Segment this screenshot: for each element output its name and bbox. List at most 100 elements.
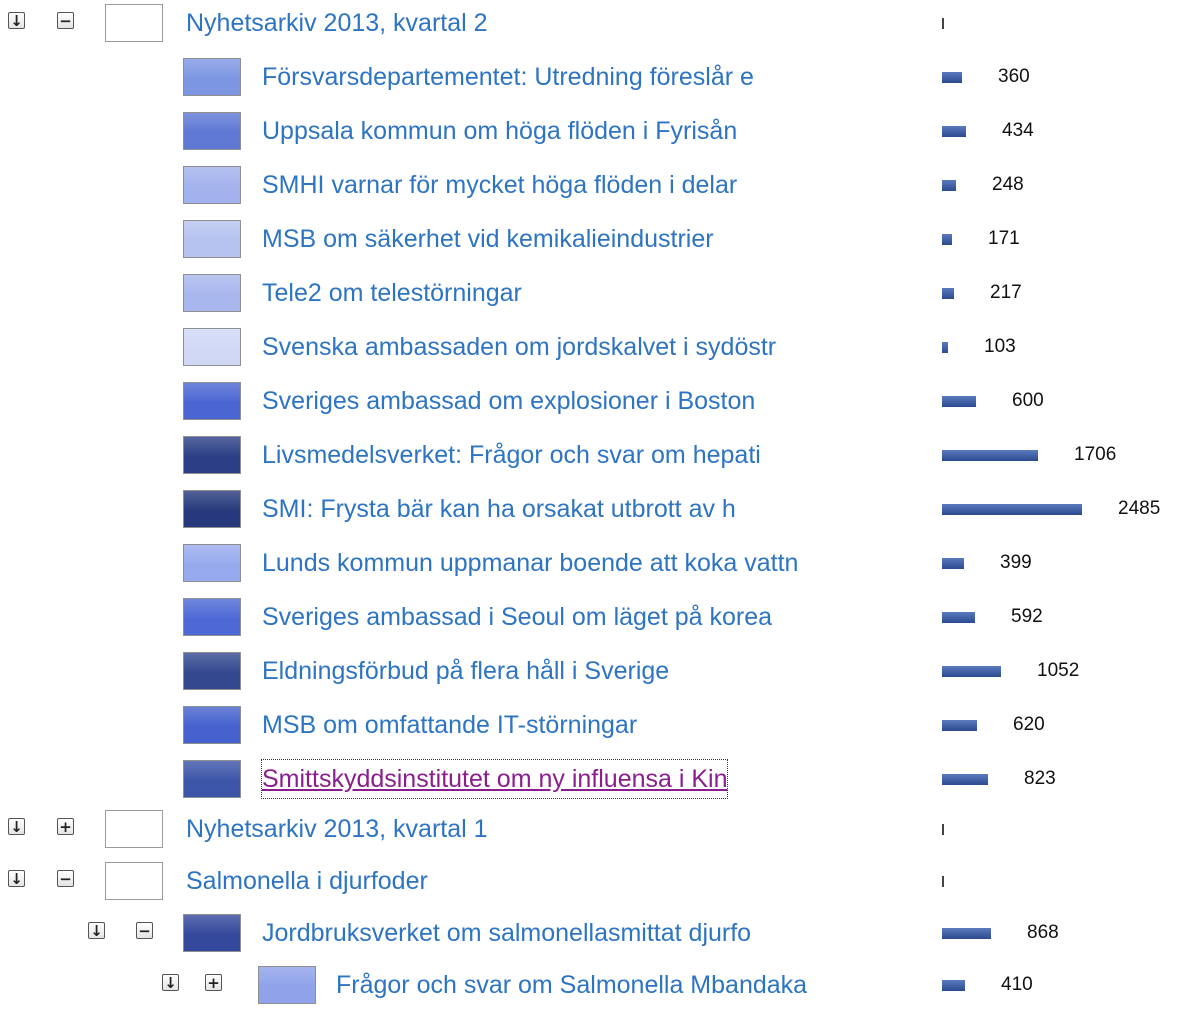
tree-group-row: ↓ − Nyhetsarkiv 2013, kvartal 2 <box>0 0 1182 50</box>
tree-node-label[interactable]: Livsmedelsverket: Frågor och svar om hep… <box>262 436 761 474</box>
empty-bar-tick <box>942 18 944 29</box>
tree-item-row: Eldningsförbud på flera håll i Sverige 10… <box>0 644 1182 698</box>
color-swatch <box>183 490 241 528</box>
tree-node-label[interactable]: Tele2 om telestörningar <box>262 274 522 312</box>
color-swatch <box>183 598 241 636</box>
color-swatch <box>105 4 163 42</box>
tree-node-label[interactable]: MSB om omfattande IT-störningar <box>262 706 637 744</box>
tree-node-label[interactable]: MSB om säkerhet vid kemikalieindustrier <box>262 220 714 258</box>
value-number: 823 <box>1024 768 1056 789</box>
value-bar <box>942 342 948 353</box>
empty-bar-tick <box>942 876 944 887</box>
move-down-icon[interactable]: ↓ <box>88 922 105 939</box>
color-swatch <box>183 112 241 150</box>
value-number: 171 <box>988 228 1020 249</box>
collapse-icon[interactable]: − <box>57 12 74 29</box>
tree-item-row: ↓ + Frågor och svar om Salmonella Mbandaka… <box>0 958 1182 1012</box>
color-swatch <box>183 652 241 690</box>
move-down-icon[interactable]: ↓ <box>8 12 25 29</box>
value-bar <box>942 928 991 939</box>
color-swatch <box>183 544 241 582</box>
tree-group-row: ↓ + Nyhetsarkiv 2013, kvartal 1 <box>0 802 1182 856</box>
color-swatch <box>183 328 241 366</box>
value-number: 399 <box>1000 552 1032 573</box>
move-down-icon[interactable]: ↓ <box>8 818 25 835</box>
tree-node-label[interactable]: Sveriges ambassad om explosioner i Bosto… <box>262 382 755 420</box>
tree-node-label[interactable]: Försvarsdepartementet: Utredning föreslå… <box>262 58 754 96</box>
value-bar <box>942 450 1038 461</box>
expand-icon[interactable]: + <box>205 974 222 991</box>
tree-item-row: Sveriges ambassad om explosioner i Bosto… <box>0 374 1182 428</box>
value-number: 868 <box>1027 922 1059 943</box>
collapse-icon[interactable]: − <box>57 870 74 887</box>
value-number: 248 <box>992 174 1024 195</box>
tree-node-label[interactable]: Salmonella i djurfoder <box>186 862 428 900</box>
color-swatch <box>183 166 241 204</box>
tree-node-label[interactable]: SMI: Frysta bär kan ha orsakat utbrott a… <box>262 490 736 528</box>
tree-group-row: ↓ − Salmonella i djurfoder <box>0 854 1182 908</box>
value-bar <box>942 72 962 83</box>
tree-node-label[interactable]: Nyhetsarkiv 2013, kvartal 1 <box>186 810 488 848</box>
tree-node-label[interactable]: Uppsala kommun om höga flöden i Fyrisån <box>262 112 737 150</box>
tree-node-label[interactable]: Eldningsförbud på flera håll i Sverige <box>262 652 669 690</box>
move-down-icon[interactable]: ↓ <box>162 974 179 991</box>
color-swatch <box>105 862 163 900</box>
color-swatch <box>183 220 241 258</box>
tree-node-label[interactable]: Jordbruksverket om salmonellasmittat dju… <box>262 914 751 952</box>
value-number: 600 <box>1012 390 1044 411</box>
tree-item-row: Svenska ambassaden om jordskalvet i sydö… <box>0 320 1182 374</box>
value-bar <box>942 558 964 569</box>
value-number: 592 <box>1011 606 1043 627</box>
value-bar <box>942 774 988 785</box>
color-swatch <box>183 274 241 312</box>
tree-item-row: Försvarsdepartementet: Utredning föreslå… <box>0 50 1182 104</box>
value-number: 1706 <box>1074 444 1117 465</box>
value-number: 2485 <box>1118 498 1161 519</box>
value-number: 103 <box>984 336 1016 357</box>
tree-node-label[interactable]: Smittskyddsinstitutet om ny influensa i … <box>260 759 729 799</box>
tree-node-label[interactable]: Svenska ambassaden om jordskalvet i sydö… <box>262 328 776 366</box>
tree-item-row: MSB om säkerhet vid kemikalieindustrier 1… <box>0 212 1182 266</box>
tree-item-row: SMHI varnar för mycket höga flöden i del… <box>0 158 1182 212</box>
value-number: 360 <box>998 66 1030 87</box>
collapse-icon[interactable]: − <box>136 922 153 939</box>
expand-icon[interactable]: + <box>57 818 74 835</box>
tree-item-row: Lunds kommun uppmanar boende att koka va… <box>0 536 1182 590</box>
tree-item-row: Uppsala kommun om höga flöden i Fyrisån 4… <box>0 104 1182 158</box>
tree-item-row: Smittskyddsinstitutet om ny influensa i … <box>0 752 1182 806</box>
tree-item-row: Livsmedelsverket: Frågor och svar om hep… <box>0 428 1182 482</box>
value-bar <box>942 126 966 137</box>
value-bar <box>942 980 965 991</box>
move-down-icon[interactable]: ↓ <box>8 870 25 887</box>
value-number: 620 <box>1013 714 1045 735</box>
value-bar <box>942 612 975 623</box>
color-swatch <box>183 760 241 798</box>
tree-node-label[interactable]: Lunds kommun uppmanar boende att koka va… <box>262 544 798 582</box>
color-swatch <box>105 810 163 848</box>
tree-node-label[interactable]: Sveriges ambassad i Seoul om läget på ko… <box>262 598 772 636</box>
color-swatch <box>183 706 241 744</box>
tree-item-row: Sveriges ambassad i Seoul om läget på ko… <box>0 590 1182 644</box>
color-swatch <box>183 382 241 420</box>
color-swatch <box>258 966 316 1004</box>
value-bar <box>942 504 1082 515</box>
tree-node-label[interactable]: SMHI varnar för mycket höga flöden i del… <box>262 166 737 204</box>
value-bar <box>942 234 952 245</box>
tree-item-row: ↓ − Jordbruksverket om salmonellasmittat d… <box>0 906 1182 960</box>
value-number: 434 <box>1002 120 1034 141</box>
tree-item-row: SMI: Frysta bär kan ha orsakat utbrott a… <box>0 482 1182 536</box>
tree-item-row: MSB om omfattande IT-störningar 620 <box>0 698 1182 752</box>
color-swatch <box>183 914 241 952</box>
value-bar <box>942 180 956 191</box>
color-swatch <box>183 436 241 474</box>
tree-node-label[interactable]: Frågor och svar om Salmonella Mbandaka <box>336 966 807 1004</box>
value-bar <box>942 720 977 731</box>
value-bar <box>942 288 954 299</box>
color-swatch <box>183 58 241 96</box>
value-number: 217 <box>990 282 1022 303</box>
empty-bar-tick <box>942 824 944 835</box>
tree-node-label[interactable]: Nyhetsarkiv 2013, kvartal 2 <box>186 4 488 42</box>
value-bar <box>942 396 976 407</box>
value-bar <box>942 666 1001 677</box>
value-number: 1052 <box>1037 660 1080 681</box>
